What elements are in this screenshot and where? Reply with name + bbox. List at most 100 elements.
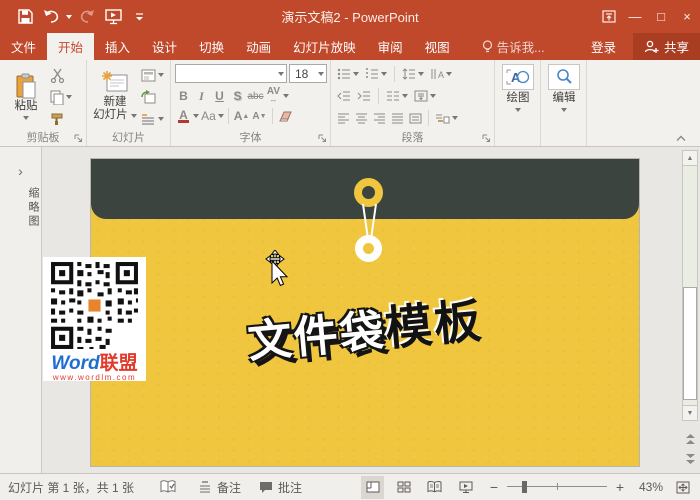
- thumbnail-pane-collapsed[interactable]: › 缩略图: [0, 147, 42, 473]
- tab-design[interactable]: 设计: [141, 33, 188, 60]
- drawing-button[interactable]: A 绘图: [499, 64, 537, 112]
- vertical-scrollbar[interactable]: ▲ ▼: [682, 150, 698, 421]
- increase-font-size-button[interactable]: A▲: [233, 107, 250, 125]
- font-name-dropdown[interactable]: [278, 72, 284, 76]
- paste-dropdown[interactable]: [23, 116, 29, 120]
- text-direction-button[interactable]: A: [428, 65, 454, 83]
- zoom-slider-thumb[interactable]: [522, 481, 527, 493]
- bullets-button[interactable]: [335, 65, 361, 83]
- underline-button[interactable]: U: [211, 87, 228, 105]
- text-shadow-button[interactable]: S: [229, 87, 246, 105]
- tab-file[interactable]: 文件: [0, 33, 47, 60]
- justify-button[interactable]: [389, 109, 406, 127]
- character-spacing-dropdown[interactable]: [283, 94, 289, 98]
- undo-button[interactable]: [40, 6, 62, 28]
- zoom-slider[interactable]: [507, 480, 607, 494]
- zoom-out-button[interactable]: −: [487, 479, 501, 495]
- close-button[interactable]: ×: [674, 0, 700, 33]
- cut-button[interactable]: [48, 66, 74, 84]
- notes-button[interactable]: 备注: [198, 479, 241, 496]
- align-center-button[interactable]: [353, 109, 370, 127]
- font-size-dropdown[interactable]: [318, 72, 324, 76]
- paste-button[interactable]: 粘贴: [4, 73, 48, 120]
- italic-button[interactable]: I: [193, 87, 210, 105]
- maximize-button[interactable]: □: [648, 0, 674, 33]
- distribute-button[interactable]: [407, 109, 424, 127]
- share-button[interactable]: 共享: [633, 33, 700, 60]
- zoom-level[interactable]: 43%: [627, 480, 663, 494]
- columns-dropdown[interactable]: [402, 94, 408, 98]
- expand-pane-icon[interactable]: ›: [0, 163, 41, 179]
- bullets-dropdown[interactable]: [353, 72, 359, 76]
- slide-canvas[interactable]: 文件袋模板: [90, 158, 640, 467]
- reset-slide-button[interactable]: [139, 88, 166, 106]
- strikethrough-button[interactable]: abc: [247, 87, 264, 105]
- line-spacing-dropdown[interactable]: [418, 72, 424, 76]
- layout-dropdown[interactable]: [158, 73, 164, 77]
- section-dropdown[interactable]: [158, 117, 164, 121]
- slide-sorter-view-button[interactable]: [392, 476, 415, 499]
- change-case-dropdown[interactable]: [218, 114, 224, 118]
- reading-view-button[interactable]: [423, 476, 446, 499]
- tab-review[interactable]: 审阅: [367, 33, 414, 60]
- tab-slideshow[interactable]: 幻灯片放映: [282, 33, 367, 60]
- tab-home[interactable]: 开始: [47, 33, 94, 60]
- comments-button[interactable]: 批注: [259, 479, 302, 496]
- sign-in-button[interactable]: 登录: [580, 33, 627, 60]
- smartart-dropdown[interactable]: [452, 116, 458, 120]
- font-color-dropdown[interactable]: [193, 114, 199, 118]
- collapse-ribbon-button[interactable]: [676, 135, 686, 142]
- tab-animations[interactable]: 动画: [235, 33, 282, 60]
- line-spacing-button[interactable]: [400, 65, 426, 83]
- zoom-in-button[interactable]: +: [613, 479, 627, 495]
- tab-insert[interactable]: 插入: [94, 33, 141, 60]
- clear-formatting-button[interactable]: [277, 107, 294, 125]
- align-text-dropdown[interactable]: [430, 94, 436, 98]
- drawing-dropdown[interactable]: [515, 108, 521, 112]
- redo-button[interactable]: [76, 6, 98, 28]
- editing-dropdown[interactable]: [561, 108, 567, 112]
- font-color-button[interactable]: A: [175, 107, 192, 125]
- tab-transitions[interactable]: 切换: [188, 33, 235, 60]
- next-slide-button[interactable]: [682, 451, 698, 467]
- scroll-down-button[interactable]: ▼: [682, 405, 698, 421]
- clipboard-dialog-launcher[interactable]: [73, 133, 84, 144]
- font-dialog-launcher[interactable]: [317, 133, 328, 144]
- copy-button[interactable]: [48, 88, 74, 106]
- minimize-button[interactable]: —: [622, 0, 648, 33]
- scrollbar-track[interactable]: [682, 166, 698, 405]
- scroll-up-button[interactable]: ▲: [682, 150, 698, 166]
- section-button[interactable]: [139, 110, 166, 128]
- new-slide-button[interactable]: 新建 幻灯片: [91, 70, 139, 122]
- align-left-button[interactable]: [335, 109, 352, 127]
- convert-to-smartart-button[interactable]: [433, 109, 460, 127]
- save-button[interactable]: [14, 6, 36, 28]
- previous-slide-button[interactable]: [682, 431, 698, 447]
- font-size-combo[interactable]: 18: [289, 64, 327, 83]
- change-case-button[interactable]: Aa: [200, 107, 217, 125]
- editing-button[interactable]: 编辑: [545, 64, 583, 112]
- tab-tell-me[interactable]: 告诉我...: [471, 33, 556, 60]
- character-spacing-button[interactable]: AV↔: [265, 87, 282, 105]
- slide-show-view-button[interactable]: [454, 476, 477, 499]
- layout-button[interactable]: [139, 66, 166, 84]
- decrease-font-size-button[interactable]: A▼: [251, 107, 268, 125]
- start-slideshow-button[interactable]: [102, 6, 124, 28]
- new-slide-dropdown[interactable]: [131, 114, 137, 118]
- decrease-indent-button[interactable]: [335, 87, 353, 105]
- bold-button[interactable]: B: [175, 87, 192, 105]
- numbering-button[interactable]: [363, 65, 389, 83]
- ribbon-display-options-button[interactable]: [596, 0, 622, 33]
- fit-slide-to-window-button[interactable]: [671, 476, 694, 499]
- columns-button[interactable]: [384, 87, 410, 105]
- text-direction-dropdown[interactable]: [446, 72, 452, 76]
- numbering-dropdown[interactable]: [381, 72, 387, 76]
- increase-indent-button[interactable]: [355, 87, 373, 105]
- spell-check-button[interactable]: [160, 480, 176, 494]
- align-text-button[interactable]: [412, 87, 438, 105]
- customize-qat-button[interactable]: [128, 6, 150, 28]
- copy-dropdown[interactable]: [66, 95, 72, 99]
- undo-dropdown[interactable]: [66, 15, 72, 19]
- normal-view-button[interactable]: [361, 476, 384, 499]
- tab-view[interactable]: 视图: [414, 33, 461, 60]
